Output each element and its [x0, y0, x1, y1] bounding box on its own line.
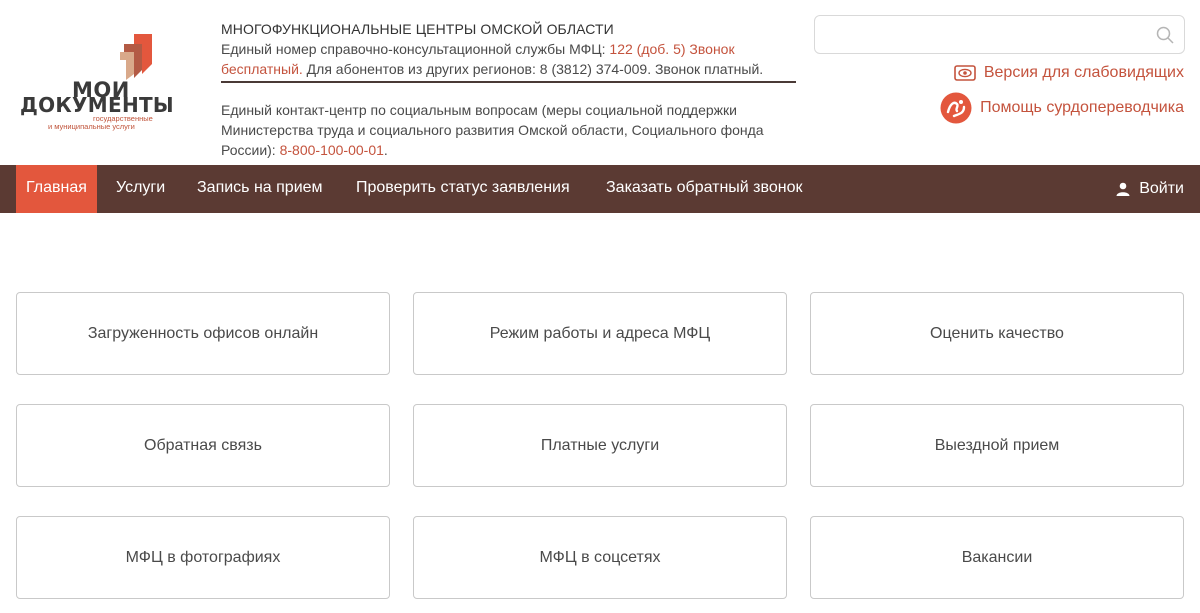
card-vacancies[interactable]: Вакансии — [810, 516, 1184, 599]
social-number-link[interactable]: 8-800-100-00-01 — [280, 142, 384, 158]
hotline-text: Единый номер справочно-консультационной … — [221, 39, 796, 79]
nav-item-callback[interactable]: Заказать обратный звонок — [606, 165, 802, 213]
card-paid-services[interactable]: Платные услуги — [413, 404, 787, 487]
sign-language-label: Помощь сурдопереводчика — [980, 99, 1184, 116]
card-hours-addresses[interactable]: Режим работы и адреса МФЦ — [413, 292, 787, 375]
main-nav: Главная Услуги Запись на прием Проверить… — [0, 165, 1200, 213]
logo[interactable]: МОИ ДОКУМЕНТЫ государственные и муниципа… — [20, 32, 174, 132]
logo-subtitle-2: и муниципальные услуги — [48, 122, 135, 131]
search-input[interactable] — [815, 16, 1184, 53]
card-photos[interactable]: МФЦ в фотографиях — [16, 516, 390, 599]
nav-item-check-status[interactable]: Проверить статус заявления — [356, 165, 570, 213]
logo-text-documents: ДОКУМЕНТЫ — [20, 93, 174, 117]
hotline-block: МНОГОФУНКЦИОНАЛЬНЫЕ ЦЕНТРЫ ОМСКОЙ ОБЛАСТ… — [221, 19, 796, 83]
contact-info: МНОГОФУНКЦИОНАЛЬНЫЕ ЦЕНТРЫ ОМСКОЙ ОБЛАСТ… — [221, 19, 801, 160]
sign-language-icon — [940, 92, 972, 124]
user-icon — [1116, 182, 1130, 196]
logo-mark-icon — [120, 34, 152, 80]
card-feedback[interactable]: Обратная связь — [16, 404, 390, 487]
card-office-load[interactable]: Загруженность офисов онлайн — [16, 292, 390, 375]
card-mobile-reception[interactable]: Выездной прием — [810, 404, 1184, 487]
social-block: Единый контакт-центр по социальным вопро… — [221, 100, 801, 160]
sign-language-help-link[interactable]: Помощь сурдопереводчика — [940, 92, 1184, 124]
nav-item-services[interactable]: Услуги — [116, 165, 165, 213]
login-label: Войти — [1139, 180, 1184, 197]
social-end: . — [383, 142, 388, 158]
header: МОИ ДОКУМЕНТЫ государственные и муниципа… — [0, 0, 1200, 165]
hotline-suffix: Для абонентов из других регионов: 8 (381… — [302, 61, 764, 77]
low-vision-version-link[interactable]: Версия для слабовидящих — [954, 64, 1184, 82]
search-icon[interactable] — [1156, 26, 1174, 44]
search-box[interactable] — [814, 15, 1185, 54]
card-social-media[interactable]: МФЦ в соцсетях — [413, 516, 787, 599]
low-vision-label: Версия для слабовидящих — [983, 64, 1184, 81]
login-button[interactable]: Войти — [1116, 165, 1184, 213]
eye-icon — [954, 65, 976, 81]
org-title: МНОГОФУНКЦИОНАЛЬНЫЕ ЦЕНТРЫ ОМСКОЙ ОБЛАСТ… — [221, 21, 614, 37]
hotline-prefix: Единый номер справочно-консультационной … — [221, 41, 610, 57]
card-rate-quality[interactable]: Оценить качество — [810, 292, 1184, 375]
nav-item-appointment[interactable]: Запись на прием — [197, 165, 323, 213]
nav-item-home[interactable]: Главная — [16, 165, 97, 213]
